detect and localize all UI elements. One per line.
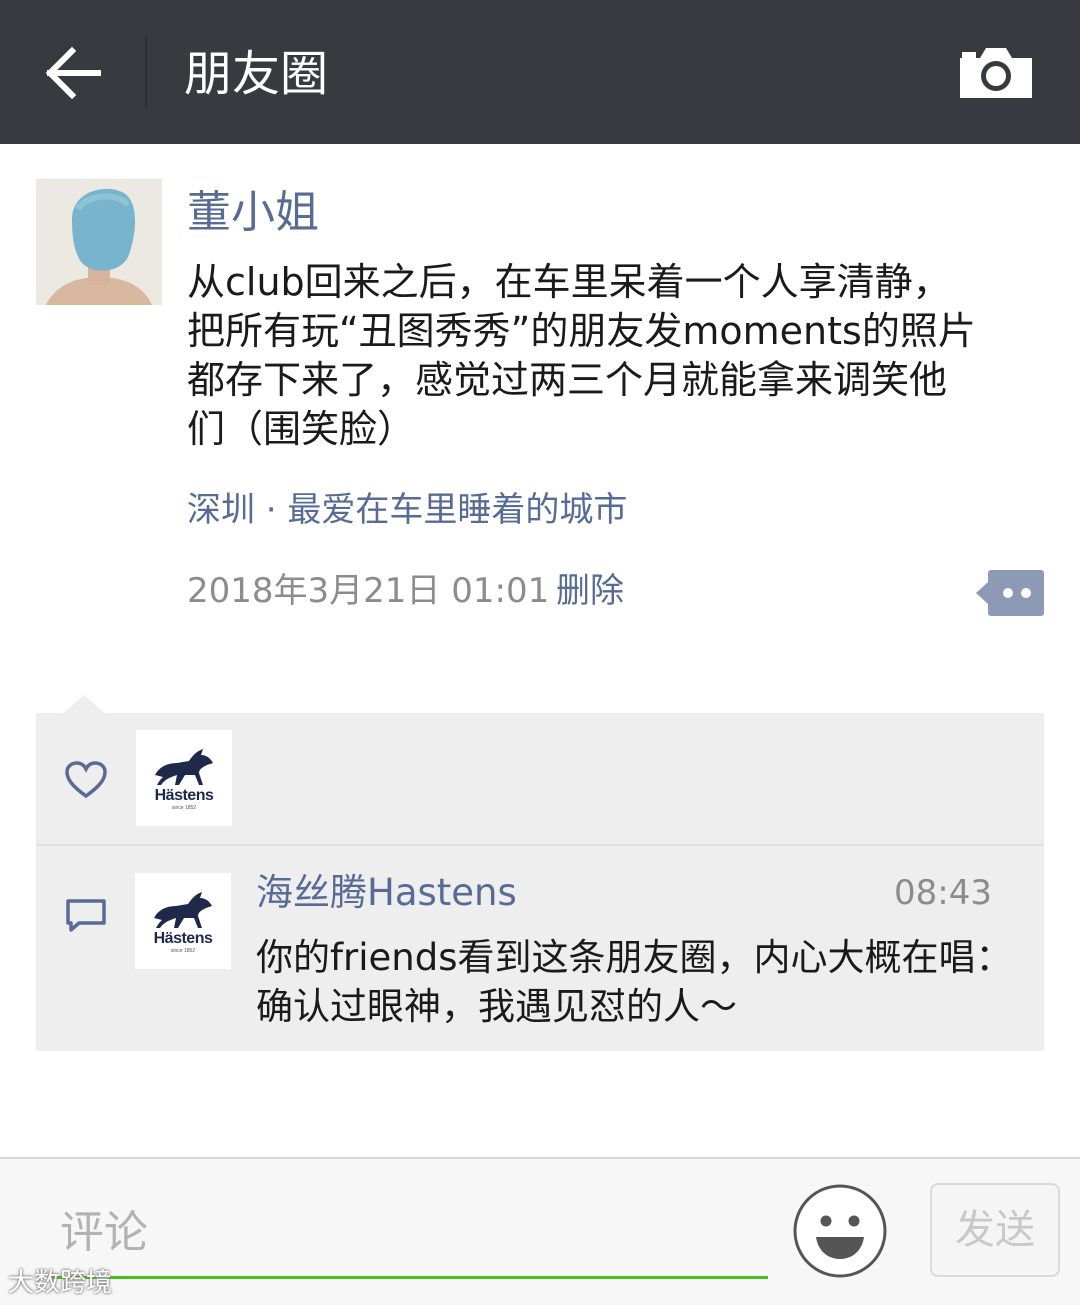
- comment-text[interactable]: 你的friends看到这条朋友圈，内心大概在唱：确认过眼神，我遇见怼的人～: [256, 933, 1016, 1031]
- post-timestamp: 2018年3月21日 01:01: [187, 571, 550, 611]
- emoji-button[interactable]: [792, 1183, 888, 1279]
- horse-logo-icon: [154, 892, 212, 928]
- logo-tagline: since 1852: [171, 805, 197, 811]
- avatar-image: [36, 179, 162, 305]
- post-text: 从club回来之后，在车里呆着一个人享清静， 把所有玩“丑图秀秀”的朋友发mom…: [187, 260, 976, 451]
- logo-tagline: since 1852: [170, 948, 196, 954]
- watermark-text: 大数跨境: [8, 1268, 113, 1298]
- logo-wordmark: Hästens: [154, 787, 214, 804]
- commenter-avatar[interactable]: Hästens since 1852: [135, 873, 231, 969]
- author-avatar[interactable]: [36, 179, 162, 305]
- send-button[interactable]: 发送: [930, 1183, 1060, 1277]
- logo-wordmark: Hästens: [153, 930, 213, 947]
- camera-button[interactable]: [958, 44, 1034, 100]
- post-location[interactable]: 深圳 · 最爱在车里睡着的城市: [187, 486, 627, 534]
- arrow-left-icon: [45, 46, 101, 100]
- more-actions-button[interactable]: [976, 570, 1044, 616]
- heart-icon: [65, 761, 107, 799]
- horse-logo-icon: [155, 749, 213, 785]
- panel-caret: [62, 695, 106, 714]
- input-underline: [52, 1276, 768, 1279]
- camera-icon: [960, 48, 1032, 98]
- comment-bubble-icon: [66, 899, 106, 932]
- page-title: 朋友圈: [184, 46, 329, 102]
- commenter-name[interactable]: 海丝腾Hastens: [256, 868, 517, 918]
- delete-button[interactable]: 删除: [556, 567, 624, 615]
- top-navigation-bar: 朋友圈: [0, 0, 1080, 144]
- comment-input[interactable]: 评论: [60, 1204, 760, 1262]
- post-author-name[interactable]: 董小姐: [187, 184, 319, 242]
- more-dots-icon: [976, 570, 1044, 616]
- back-button[interactable]: [40, 38, 110, 108]
- liker-avatar[interactable]: Hästens since 1852: [136, 730, 232, 826]
- header-divider: [145, 36, 147, 108]
- comment-timestamp: 08:43: [894, 873, 992, 913]
- smiley-face-icon: [793, 1184, 887, 1278]
